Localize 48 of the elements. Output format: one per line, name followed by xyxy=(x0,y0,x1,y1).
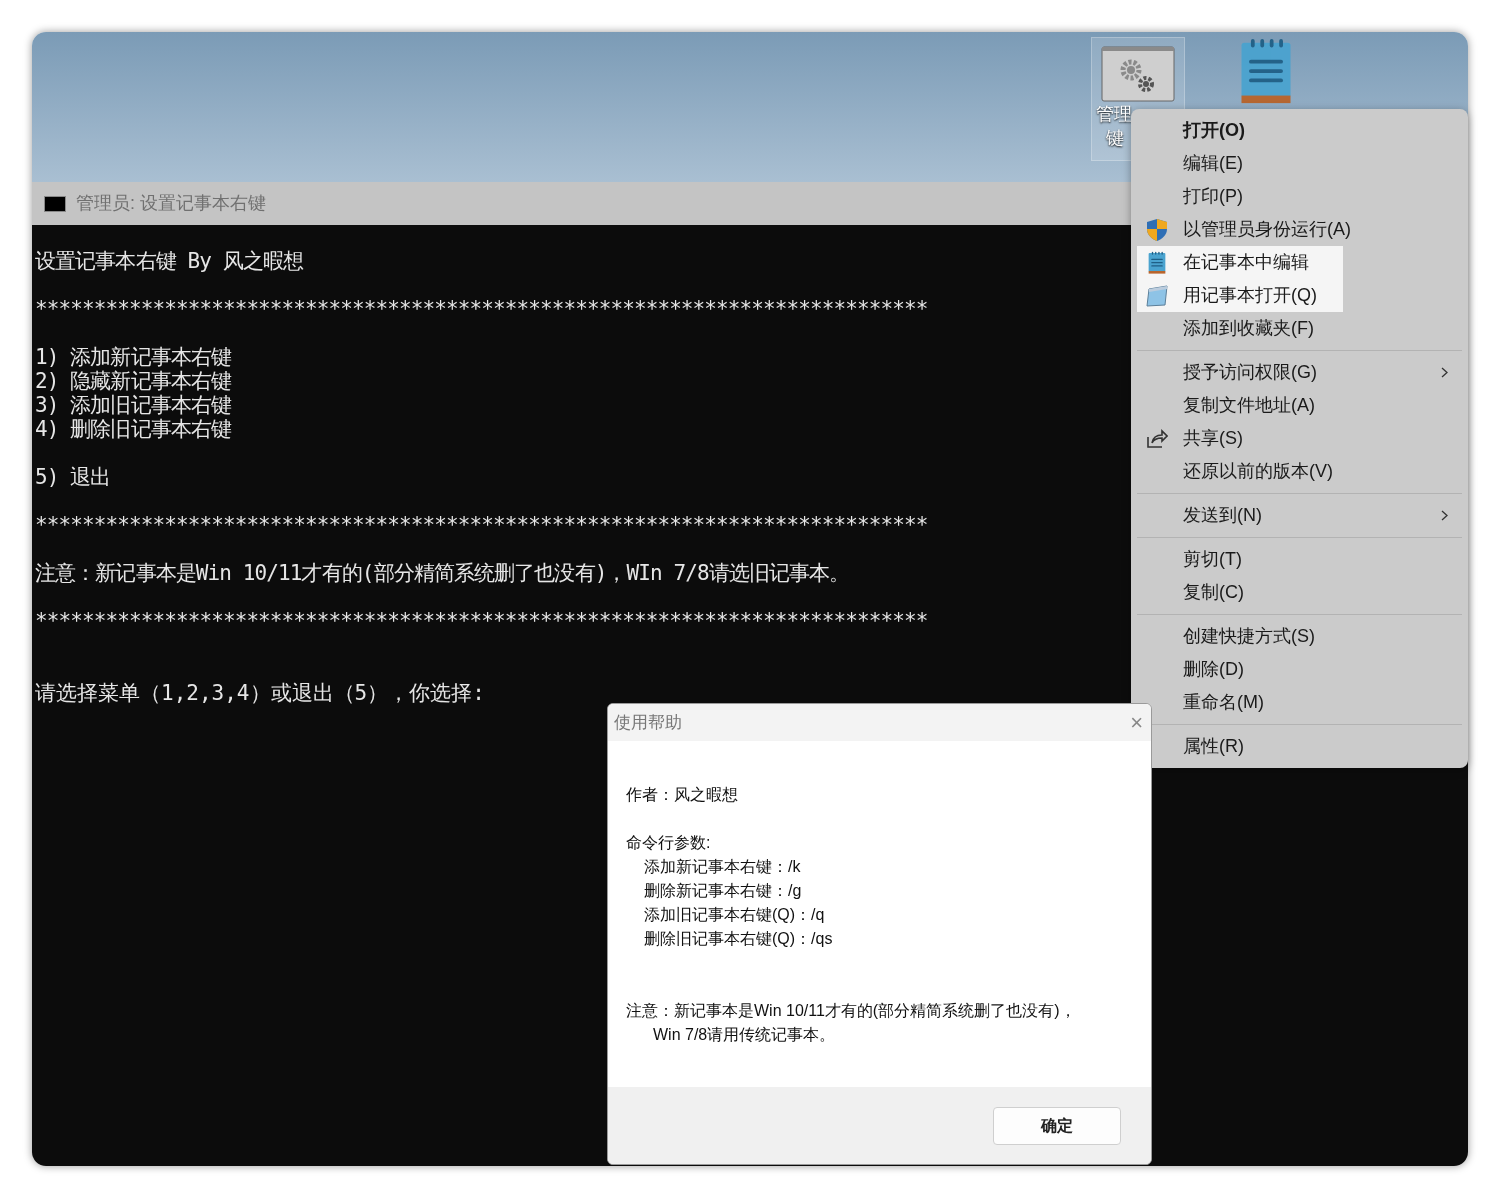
window-title: 管理员: 设置记事本右键 xyxy=(76,192,266,215)
share-icon xyxy=(1146,429,1168,449)
console-line: 设置记事本右键 By 风之暇想 xyxy=(35,249,304,273)
console-line: 1) 添加新记事本右键 xyxy=(35,345,232,369)
menu-item[interactable]: 剪切(T) xyxy=(1137,543,1462,576)
menu-item[interactable]: 共享(S) xyxy=(1137,422,1462,455)
ok-button[interactable]: 确定 xyxy=(993,1106,1121,1145)
console-line: 注意：新记事本是Win 10/11才有的(部分精简系统删了也没有)，WIn 7/8请选旧记事本。 xyxy=(35,561,850,585)
notepad-icon xyxy=(1239,39,1293,105)
menu-item[interactable]: 打印(P) xyxy=(1137,180,1462,213)
chevron-right-icon xyxy=(1441,510,1448,521)
menu-item[interactable]: 复制(C) xyxy=(1137,576,1462,609)
console-icon xyxy=(44,195,66,212)
gears-window-icon xyxy=(1101,46,1175,102)
notepad-icon xyxy=(1148,251,1166,275)
chevron-right-icon xyxy=(1441,367,1448,378)
console-line: 5) 退出 xyxy=(35,465,111,489)
desktop-icon[interactable] xyxy=(1239,39,1293,105)
shield-icon xyxy=(1146,218,1168,242)
menu-item[interactable]: 发送到(N) xyxy=(1137,499,1462,532)
desktop-icon-label: 管理 xyxy=(1096,103,1132,126)
menu-item[interactable]: 用记事本打开(Q) xyxy=(1137,279,1343,312)
menu-item[interactable]: 在记事本中编辑 xyxy=(1137,246,1343,279)
help-text: 添加新记事本右键：/k xyxy=(643,857,801,877)
notepad-icon xyxy=(1145,285,1169,307)
dialog-title: 使用帮助 xyxy=(614,711,682,734)
help-text: 删除新记事本右键：/g xyxy=(643,881,802,901)
help-text: Win 7/8请用传统记事本。 xyxy=(652,1025,836,1045)
menu-item[interactable]: 以管理员身份运行(A) xyxy=(1137,213,1462,246)
menu-item[interactable]: 还原以前的版本(V) xyxy=(1137,455,1462,488)
console-line: 2) 隐藏新记事本右键 xyxy=(35,369,232,393)
help-text: 作者：风之暇想 xyxy=(626,785,738,805)
help-text: 添加旧记事本右键(Q)：/q xyxy=(643,905,825,925)
menu-item[interactable]: 复制文件地址(A) xyxy=(1137,389,1462,422)
help-text: 删除旧记事本右键(Q)：/qs xyxy=(643,929,833,949)
help-text: 命令行参数: xyxy=(626,833,711,853)
help-text: 注意：新记事本是Win 10/11才有的(部分精简系统删了也没有)， xyxy=(626,1001,1076,1021)
console-line: 4) 删除旧记事本右键 xyxy=(35,417,232,441)
console-prompt: 请选择菜单（1,2,3,4）或退出（5），你选择: xyxy=(35,681,485,705)
menu-item[interactable]: 创建快捷方式(S) xyxy=(1137,620,1462,653)
console-line: **************************************************************************** xyxy=(35,609,928,633)
console-line: **************************************************************************** xyxy=(35,513,928,537)
menu-item[interactable]: 授予访问权限(G) xyxy=(1137,356,1462,389)
menu-item[interactable]: 添加到收藏夹(F) xyxy=(1137,312,1462,345)
console-line: **************************************************************************** xyxy=(35,297,928,321)
desktop-icon-label: 键 xyxy=(1106,127,1124,150)
console-line: 3) 添加旧记事本右键 xyxy=(35,393,232,417)
menu-item[interactable]: 删除(D) xyxy=(1137,653,1462,686)
